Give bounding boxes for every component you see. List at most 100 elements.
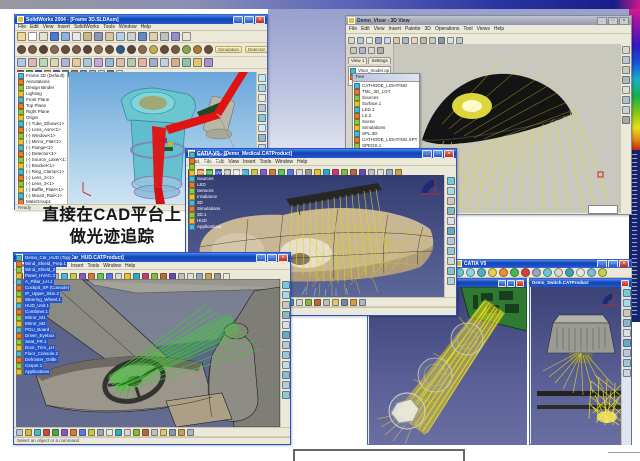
toolbar-icon[interactable] bbox=[39, 58, 48, 67]
toolbar-icon[interactable] bbox=[258, 124, 266, 132]
toolbar-icon[interactable] bbox=[499, 268, 508, 277]
menu-item[interactable]: Tool bbox=[463, 26, 472, 32]
toolbar-icon[interactable] bbox=[204, 58, 213, 67]
toolbar-icon[interactable] bbox=[127, 58, 136, 67]
toolbar-icon[interactable] bbox=[39, 32, 48, 41]
toolbar-icon[interactable] bbox=[384, 37, 391, 44]
toolbar-icon[interactable] bbox=[97, 429, 104, 436]
toolbar-icon[interactable] bbox=[282, 321, 290, 329]
toolbar-icon[interactable] bbox=[447, 197, 455, 205]
toolbar-icon[interactable] bbox=[282, 351, 290, 359]
toolbar-icon[interactable] bbox=[258, 84, 266, 92]
menu-item[interactable]: Tools bbox=[103, 24, 115, 30]
menu-item[interactable]: View bbox=[374, 26, 385, 32]
lens-icon[interactable] bbox=[28, 45, 37, 54]
toolbar-icon[interactable] bbox=[282, 311, 290, 319]
menu-item[interactable]: Help bbox=[494, 26, 504, 32]
lens-icon[interactable] bbox=[39, 45, 48, 54]
toolbar-icon[interactable] bbox=[151, 429, 158, 436]
toolbar-icon[interactable] bbox=[127, 32, 136, 41]
menu-item[interactable]: Help bbox=[297, 159, 307, 165]
toolbar-icon[interactable] bbox=[193, 58, 202, 67]
close-button[interactable] bbox=[516, 280, 524, 287]
menu-item[interactable]: Window bbox=[119, 24, 137, 30]
toolbar-icon[interactable] bbox=[466, 268, 475, 277]
toolbar-icon[interactable] bbox=[368, 47, 375, 54]
toolbar-icon[interactable] bbox=[622, 116, 630, 124]
toolbar-icon[interactable] bbox=[171, 32, 180, 41]
toolbar-icon[interactable] bbox=[359, 47, 366, 54]
tree-item[interactable]: (-) Lens_Asm<1> bbox=[18, 127, 66, 133]
maximize-button[interactable] bbox=[507, 280, 515, 287]
toolbar-icon[interactable] bbox=[61, 32, 70, 41]
toolbar-icon[interactable] bbox=[94, 32, 103, 41]
menu-item[interactable]: Operations bbox=[435, 26, 459, 32]
toolbar-icon[interactable] bbox=[133, 429, 140, 436]
menu-item[interactable]: Views bbox=[477, 26, 490, 32]
toolbar-icon[interactable] bbox=[52, 429, 59, 436]
raytracer-title-bar[interactable]: Demo_Visor - 3D View _ □ × bbox=[346, 16, 631, 25]
toolbar-icon[interactable] bbox=[332, 299, 339, 306]
toolbar-icon[interactable] bbox=[28, 58, 37, 67]
toolbar-icon[interactable] bbox=[61, 58, 70, 67]
lens-icon[interactable] bbox=[160, 45, 169, 54]
tree-item[interactable]: Applications bbox=[189, 224, 267, 230]
toolbar-icon[interactable] bbox=[447, 227, 455, 235]
toolbar-icon[interactable] bbox=[447, 257, 455, 265]
lens-icon[interactable] bbox=[94, 45, 103, 54]
toolbar-icon[interactable] bbox=[72, 32, 81, 41]
toolbar-icon[interactable] bbox=[447, 177, 455, 185]
minimize-button[interactable] bbox=[498, 280, 506, 287]
maximize-button[interactable]: □ bbox=[608, 260, 618, 268]
toolbar-icon[interactable] bbox=[348, 37, 355, 44]
toolbar-icon[interactable] bbox=[116, 58, 125, 67]
toolbar-icon[interactable] bbox=[587, 268, 596, 277]
lens-icon[interactable] bbox=[149, 45, 158, 54]
maximize-button[interactable]: □ bbox=[244, 16, 254, 24]
tree-item[interactable]: (-) Ring_Clamp<1> bbox=[18, 169, 66, 175]
toolbar-icon[interactable] bbox=[258, 114, 266, 122]
toolbar-icon[interactable] bbox=[543, 268, 552, 277]
toolbar-icon[interactable] bbox=[138, 58, 147, 67]
toolbar-icon[interactable] bbox=[420, 37, 427, 44]
toolbar-icon[interactable] bbox=[25, 429, 32, 436]
toolbar-icon[interactable] bbox=[282, 381, 290, 389]
toolbar-icon[interactable] bbox=[187, 429, 194, 436]
toolbar-icon[interactable] bbox=[323, 299, 330, 306]
toolbar-icon[interactable] bbox=[88, 429, 95, 436]
panel-button[interactable]: Simulation bbox=[215, 46, 242, 54]
lens-icon[interactable] bbox=[17, 45, 26, 54]
toolbar-icon[interactable] bbox=[178, 429, 185, 436]
tree-item[interactable]: (-) Mount_Rail<1> bbox=[18, 193, 66, 199]
toolbar-icon[interactable] bbox=[411, 37, 418, 44]
menu-item[interactable]: Edit bbox=[30, 24, 39, 30]
lens-icon[interactable] bbox=[50, 45, 59, 54]
menu-item[interactable]: Window bbox=[103, 263, 121, 269]
toolbar-icon[interactable] bbox=[375, 37, 382, 44]
toolbar-icon[interactable] bbox=[366, 37, 373, 44]
toolbar-icon[interactable] bbox=[28, 32, 37, 41]
lens-icon[interactable] bbox=[171, 45, 180, 54]
lens-icon[interactable] bbox=[193, 45, 202, 54]
toolbar-icon[interactable] bbox=[447, 207, 455, 215]
toolbar-icon[interactable] bbox=[70, 429, 77, 436]
toolbar-icon[interactable] bbox=[142, 429, 149, 436]
maximize-button[interactable]: □ bbox=[608, 17, 618, 25]
toolbar-icon[interactable] bbox=[565, 268, 574, 277]
toolbar-icon[interactable] bbox=[282, 301, 290, 309]
lens-icon[interactable] bbox=[105, 45, 114, 54]
toolbar-icon[interactable] bbox=[377, 47, 384, 54]
toolbar-icon[interactable] bbox=[282, 341, 290, 349]
switch-viewport[interactable] bbox=[531, 287, 632, 445]
lens-icon[interactable] bbox=[182, 45, 191, 54]
toolbar-icon[interactable] bbox=[554, 268, 563, 277]
toolbar-icon[interactable] bbox=[258, 104, 266, 112]
tree-item[interactable]: Frame 3D (Default) bbox=[18, 73, 66, 79]
toolbar-icon[interactable] bbox=[83, 32, 92, 41]
toolbar-icon[interactable] bbox=[429, 37, 436, 44]
toolbar-icon[interactable] bbox=[282, 361, 290, 369]
toolbar-icon[interactable] bbox=[622, 46, 630, 54]
toolbar-icon[interactable] bbox=[447, 237, 455, 245]
toolbar-icon[interactable] bbox=[16, 429, 23, 436]
toolbar-icon[interactable] bbox=[456, 37, 463, 44]
